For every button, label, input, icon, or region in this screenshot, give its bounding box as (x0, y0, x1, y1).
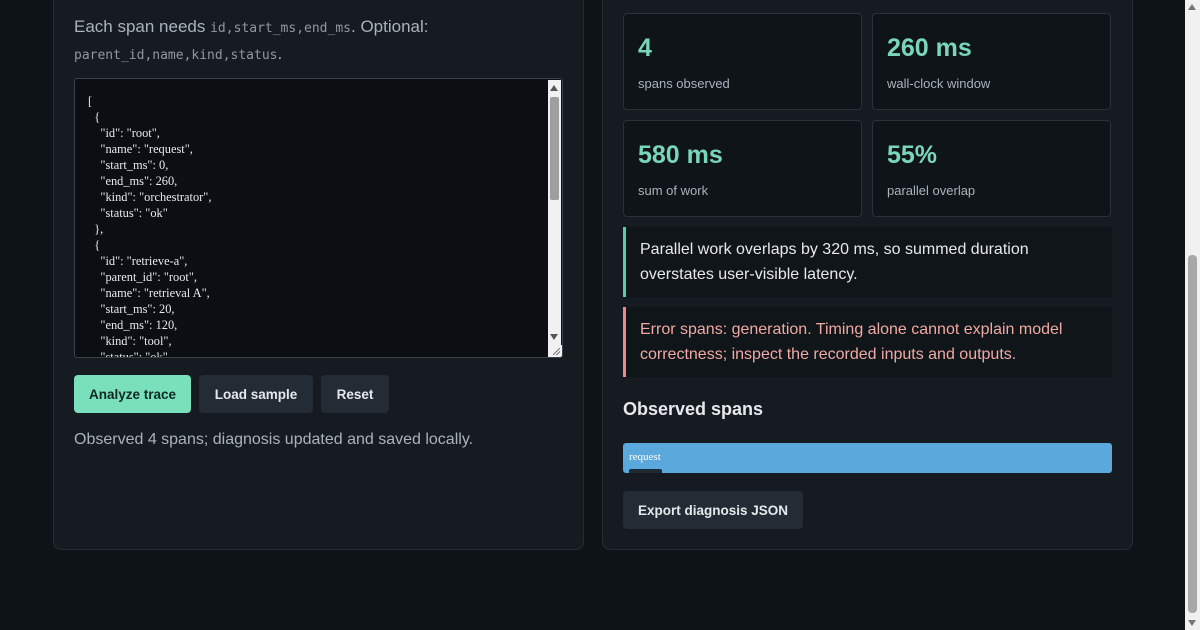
reset-button[interactable]: Reset (321, 375, 389, 413)
stat-card-spans: 4 spans observed (623, 13, 862, 110)
diagnosis-panel: 4 spans observed 260 ms wall-clock windo… (602, 0, 1133, 550)
hint-middle: . Optional: (351, 17, 429, 36)
page-scroll-up-icon[interactable] (1188, 4, 1196, 10)
editor-scrollbar[interactable] (548, 80, 561, 346)
page-scroll-thumb[interactable] (1188, 255, 1197, 613)
trace-json-editor[interactable]: [ { "id": "root", "name": "request", "st… (74, 78, 563, 358)
required-fields: id,start_ms,end_ms (210, 21, 351, 36)
overlap-callout: Parallel work overlaps by 320 ms, so sum… (623, 227, 1112, 297)
trace-input-panel: Each span needs id,start_ms,end_ms. Opti… (53, 0, 584, 550)
scroll-down-arrow-icon[interactable] (550, 334, 558, 340)
stat-card-wall-clock: 260 ms wall-clock window (872, 13, 1111, 110)
input-hint: Each span needs id,start_ms,end_ms. Opti… (74, 14, 554, 68)
stat-value: 55% (887, 141, 938, 169)
load-sample-button[interactable]: Load sample (199, 375, 313, 413)
stat-label: parallel overlap (887, 183, 976, 198)
span-bar-label: request (629, 451, 661, 463)
analyze-trace-button[interactable]: Analyze trace (74, 375, 191, 413)
page-scroll-down-icon[interactable] (1188, 620, 1196, 626)
trace-json-text[interactable]: [ { "id": "root", "name": "request", "st… (88, 93, 211, 357)
hint-suffix: . (277, 44, 283, 63)
status-message: Observed 4 spans; diagnosis updated and … (74, 431, 474, 448)
editor-scroll-thumb[interactable] (550, 97, 559, 200)
child-span-bar (629, 469, 662, 473)
error-spans-callout: Error spans: generation. Timing alone ca… (623, 307, 1112, 377)
export-diagnosis-button[interactable]: Export diagnosis JSON (623, 491, 803, 529)
stat-value: 580 ms (638, 141, 723, 169)
optional-fields: parent_id,name,kind,status (74, 48, 278, 63)
stat-card-sum-of-work: 580 ms sum of work (623, 120, 862, 217)
stat-card-overlap: 55% parallel overlap (872, 120, 1111, 217)
stat-value: 4 (638, 34, 652, 62)
page-scrollbar[interactable] (1185, 0, 1200, 630)
scroll-up-arrow-icon[interactable] (550, 85, 558, 91)
stat-value: 260 ms (887, 34, 972, 62)
span-timeline: request (623, 443, 1112, 473)
stat-label: sum of work (638, 183, 709, 198)
resize-grip-icon[interactable] (548, 345, 562, 357)
hint-prefix: Each span needs (74, 17, 211, 36)
stat-label: spans observed (638, 76, 730, 91)
stat-label: wall-clock window (887, 76, 991, 91)
observed-spans-heading: Observed spans (623, 399, 764, 419)
